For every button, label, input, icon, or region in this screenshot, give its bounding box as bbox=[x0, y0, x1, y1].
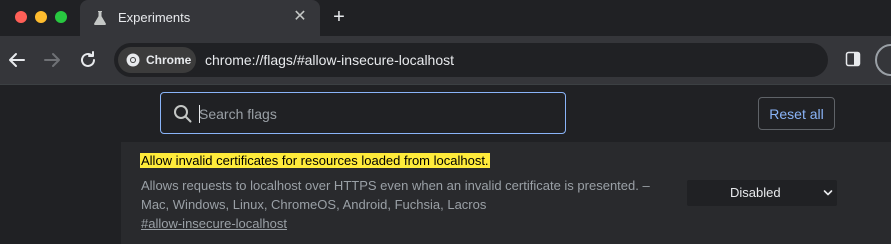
toolbar: Chrome chrome://flags/#allow-insecure-lo… bbox=[0, 36, 891, 84]
profile-avatar[interactable] bbox=[875, 44, 891, 76]
tab-strip: Experiments ✕ + bbox=[0, 0, 891, 36]
search-input[interactable] bbox=[199, 103, 549, 125]
search-box[interactable] bbox=[160, 92, 566, 134]
chrome-logo-icon bbox=[126, 53, 140, 67]
flag-description: Allows requests to localhost over HTTPS … bbox=[141, 178, 650, 212]
reload-icon[interactable] bbox=[76, 48, 100, 72]
reset-all-button[interactable]: Reset all bbox=[758, 97, 835, 130]
window-close-button[interactable] bbox=[15, 11, 27, 23]
site-info-chip[interactable]: Chrome bbox=[118, 47, 196, 73]
new-tab-button[interactable]: + bbox=[329, 6, 349, 28]
tab-close-icon[interactable]: ✕ bbox=[292, 8, 308, 26]
url-text[interactable]: chrome://flags/#allow-insecure-localhost bbox=[205, 52, 454, 68]
back-arrow-icon[interactable] bbox=[5, 48, 29, 72]
chip-label: Chrome bbox=[146, 53, 192, 67]
forward-arrow-icon[interactable] bbox=[40, 48, 64, 72]
search-icon bbox=[174, 105, 192, 123]
window-maximize-button[interactable] bbox=[55, 11, 67, 23]
flask-icon bbox=[94, 11, 106, 25]
chevron-down-icon bbox=[823, 190, 833, 196]
flags-list: Allow invalid certificates for resources… bbox=[0, 142, 891, 244]
flag-state-select[interactable]: Disabled bbox=[687, 180, 837, 206]
address-bar[interactable]: Chrome chrome://flags/#allow-insecure-lo… bbox=[114, 43, 828, 77]
window-minimize-button[interactable] bbox=[35, 11, 47, 23]
flag-title: Allow invalid certificates for resources… bbox=[140, 153, 490, 168]
url-scheme: chrome:// bbox=[205, 52, 264, 68]
flags-header: Reset all bbox=[0, 84, 891, 142]
url-host: flags bbox=[263, 52, 293, 68]
text-cursor bbox=[199, 105, 200, 123]
side-panel-icon[interactable] bbox=[845, 51, 861, 67]
flag-permalink[interactable]: #allow-insecure-localhost bbox=[141, 216, 287, 231]
select-value: Disabled bbox=[730, 185, 781, 200]
tab-experiments[interactable]: Experiments ✕ bbox=[80, 0, 320, 36]
url-path: /#allow-insecure-localhost bbox=[292, 52, 455, 68]
flag-entry: Allow invalid certificates for resources… bbox=[121, 142, 891, 244]
tab-title: Experiments bbox=[118, 10, 191, 25]
